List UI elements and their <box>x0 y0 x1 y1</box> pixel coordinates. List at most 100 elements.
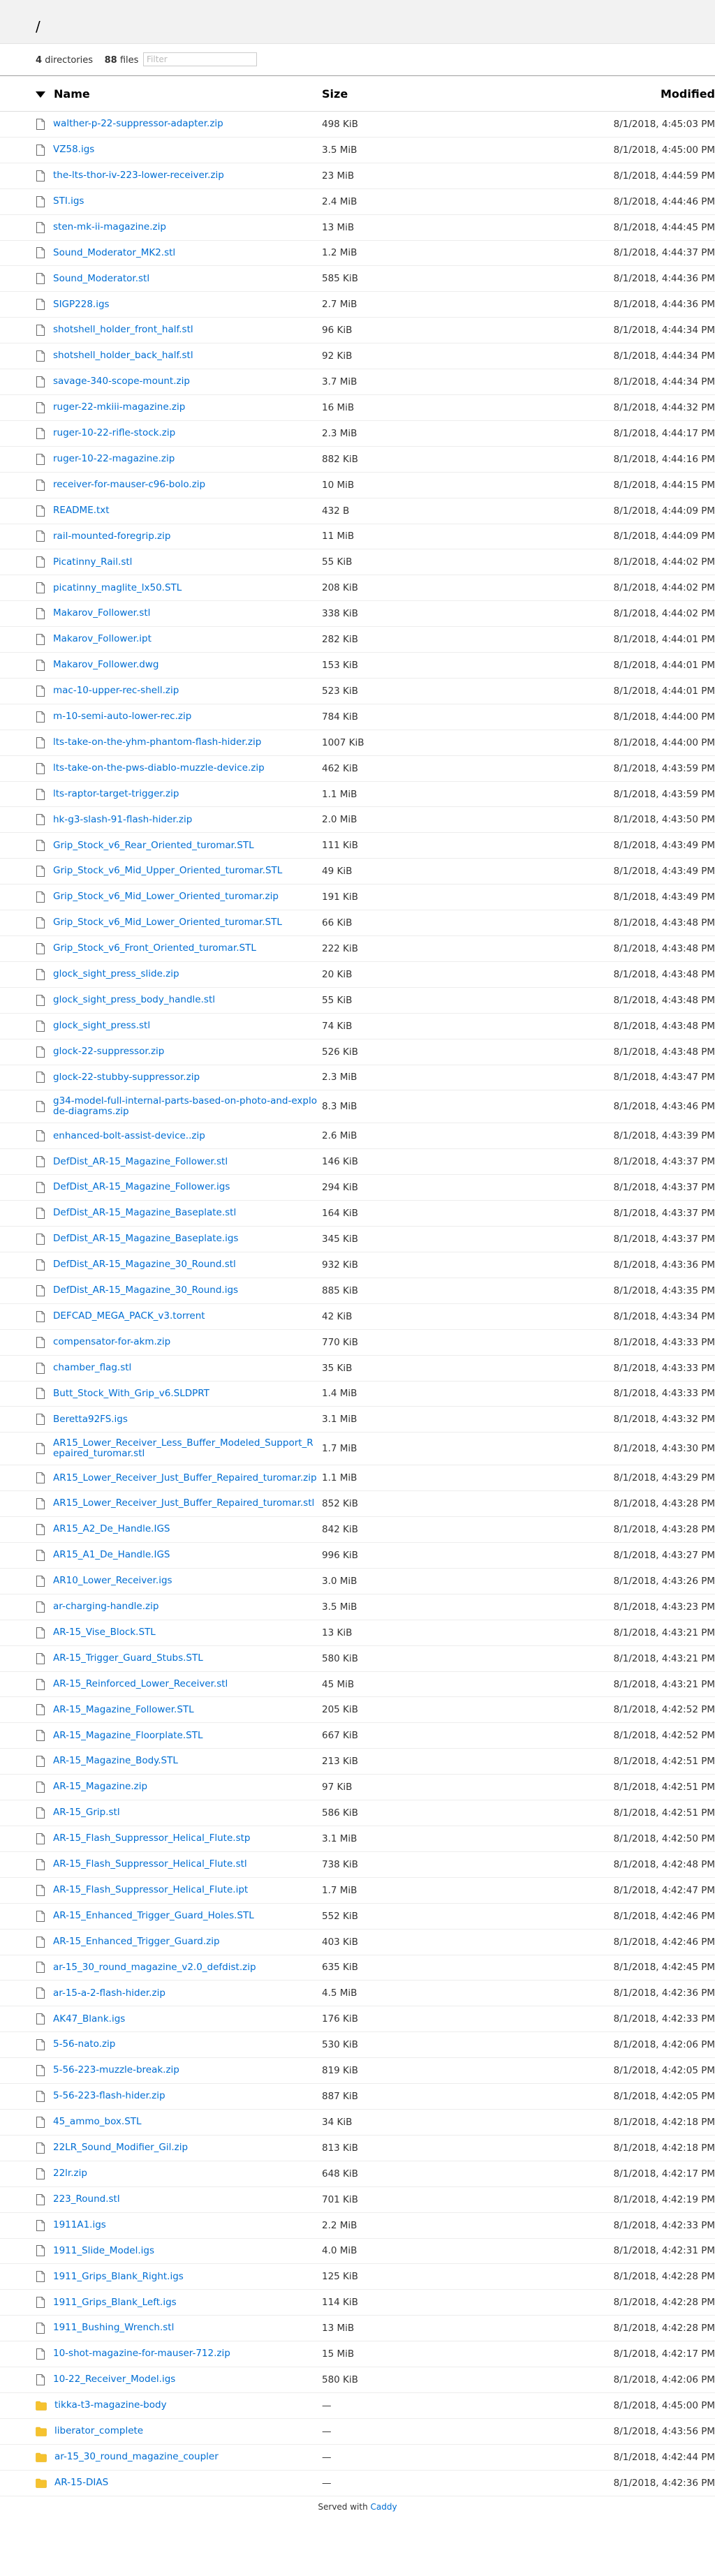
entry-name[interactable]: AR15_A1_De_Handle.IGS <box>53 1550 170 1561</box>
entry-name[interactable]: 22lr.zip <box>53 2168 87 2179</box>
entry-name[interactable]: ruger-22-mkiii-magazine.zip <box>53 402 185 413</box>
file-link[interactable]: 5-56-223-flash-hider.zip <box>36 2091 322 2103</box>
file-link[interactable]: picatinny_maglite_lx50.STL <box>36 582 322 594</box>
caddy-link[interactable]: Caddy <box>371 2502 397 2512</box>
file-link[interactable]: enhanced-bolt-assist-device..zip <box>36 1130 322 1142</box>
entry-name[interactable]: DEFCAD_MEGA_PACK_v3.torrent <box>53 1310 205 1322</box>
entry-name[interactable]: AR-15_Magazine_Floorplate.STL <box>53 1730 202 1742</box>
file-link[interactable]: ruger-10-22-rifle-stock.zip <box>36 428 322 439</box>
entry-name[interactable]: DefDist_AR-15_Magazine_Follower.igs <box>53 1182 230 1193</box>
entry-name[interactable]: liberator_complete <box>54 2426 143 2437</box>
entry-name[interactable]: Makarov_Follower.dwg <box>53 660 159 671</box>
file-link[interactable]: lts-take-on-the-pws-diablo-muzzle-device… <box>36 762 322 774</box>
entry-name[interactable]: AR-15_Enhanced_Trigger_Guard.zip <box>53 1936 220 1948</box>
entry-name[interactable]: 5-56-223-flash-hider.zip <box>53 2091 165 2102</box>
file-link[interactable]: chamber_flag.stl <box>36 1362 322 1374</box>
entry-name[interactable]: AR-15_Magazine_Follower.STL <box>53 1704 194 1716</box>
entry-name[interactable]: glock_sight_press_body_handle.stl <box>53 994 215 1006</box>
name-column-label[interactable]: Name <box>54 87 90 101</box>
file-link[interactable]: Beretta92FS.igs <box>36 1414 322 1426</box>
file-link[interactable]: lts-raptor-target-trigger.zip <box>36 788 322 800</box>
entry-name[interactable]: VZ58.igs <box>53 145 94 156</box>
name-column-header[interactable]: Name <box>0 76 322 112</box>
file-link[interactable]: DefDist_AR-15_Magazine_Baseplate.igs <box>36 1234 322 1245</box>
file-link[interactable]: Grip_Stock_v6_Rear_Oriented_turomar.STL <box>36 840 322 852</box>
entry-name[interactable]: glock_sight_press_slide.zip <box>53 969 179 980</box>
entry-name[interactable]: 10-22_Receiver_Model.igs <box>53 2374 175 2385</box>
entry-name[interactable]: chamber_flag.stl <box>53 1362 131 1374</box>
entry-name[interactable]: enhanced-bolt-assist-device..zip <box>53 1130 205 1142</box>
file-link[interactable]: glock_sight_press.stl <box>36 1020 322 1032</box>
entry-name[interactable]: Sound_Moderator.stl <box>53 273 149 285</box>
file-link[interactable]: Sound_Moderator.stl <box>36 273 322 285</box>
file-link[interactable]: compensator-for-akm.zip <box>36 1336 322 1348</box>
file-link[interactable]: AR-15_Trigger_Guard_Stubs.STL <box>36 1652 322 1664</box>
file-link[interactable]: g34-model-full-internal-parts-based-on-p… <box>36 1095 322 1118</box>
entry-name[interactable]: AR-15_Magazine_Body.STL <box>53 1756 178 1767</box>
file-link[interactable]: lts-take-on-the-yhm-phantom-flash-hider.… <box>36 736 322 748</box>
entry-name[interactable]: lts-take-on-the-yhm-phantom-flash-hider.… <box>53 736 261 748</box>
file-link[interactable]: the-lts-thor-iv-223-lower-receiver.zip <box>36 170 322 182</box>
entry-name[interactable]: ar-15_30_round_magazine_v2.0_defdist.zip <box>53 1962 256 1974</box>
entry-name[interactable]: hk-g3-slash-91-flash-hider.zip <box>53 814 192 826</box>
entry-name[interactable]: Beretta92FS.igs <box>53 1414 128 1426</box>
file-link[interactable]: Grip_Stock_v6_Front_Oriented_turomar.STL <box>36 943 322 954</box>
file-link[interactable]: Grip_Stock_v6_Mid_Upper_Oriented_turomar… <box>36 866 322 878</box>
file-link[interactable]: glock_sight_press_body_handle.stl <box>36 994 322 1006</box>
entry-name[interactable]: AK47_Blank.igs <box>53 2013 125 2025</box>
entry-name[interactable]: 22LR_Sound_Modifier_Gil.zip <box>53 2142 188 2154</box>
entry-name[interactable]: 45_ammo_box.STL <box>53 2117 142 2128</box>
file-link[interactable]: DEFCAD_MEGA_PACK_v3.torrent <box>36 1310 322 1322</box>
entry-name[interactable]: Butt_Stock_With_Grip_v6.SLDPRT <box>53 1388 209 1400</box>
entry-name[interactable]: tikka-t3-magazine-body <box>54 2400 167 2411</box>
file-link[interactable]: ruger-10-22-magazine.zip <box>36 453 322 465</box>
entry-name[interactable]: Grip_Stock_v6_Mid_Lower_Oriented_turomar… <box>53 891 279 903</box>
file-link[interactable]: 223_Round.stl <box>36 2193 322 2205</box>
file-link[interactable]: glock-22-stubby-suppressor.zip <box>36 1072 322 1083</box>
entry-name[interactable]: Grip_Stock_v6_Rear_Oriented_turomar.STL <box>53 840 254 852</box>
entry-name[interactable]: DefDist_AR-15_Magazine_30_Round.igs <box>53 1285 238 1296</box>
entry-name[interactable]: 5-56-223-muzzle-break.zip <box>53 2065 179 2076</box>
entry-name[interactable]: STI.igs <box>53 195 84 207</box>
file-link[interactable]: AR-15_Grip.stl <box>36 1807 322 1819</box>
entry-name[interactable]: ruger-10-22-magazine.zip <box>53 453 175 465</box>
file-link[interactable]: AR15_Lower_Receiver_Just_Buffer_Repaired… <box>36 1472 322 1484</box>
entry-name[interactable]: Grip_Stock_v6_Front_Oriented_turomar.STL <box>53 943 256 954</box>
file-link[interactable]: VZ58.igs <box>36 145 322 156</box>
file-link[interactable]: Makarov_Follower.stl <box>36 608 322 620</box>
file-link[interactable]: ar-15_30_round_magazine_v2.0_defdist.zip <box>36 1962 322 1974</box>
entry-name[interactable]: 1911_Grips_Blank_Right.igs <box>53 2271 184 2283</box>
entry-name[interactable]: AR15_A2_De_Handle.IGS <box>53 1524 170 1535</box>
file-link[interactable]: AR15_Lower_Receiver_Less_Buffer_Modeled_… <box>36 1437 322 1460</box>
file-link[interactable]: AR-15_Magazine_Follower.STL <box>36 1704 322 1716</box>
entry-name[interactable]: 223_Round.stl <box>53 2193 120 2205</box>
entry-name[interactable]: picatinny_maglite_lx50.STL <box>53 582 182 594</box>
file-link[interactable]: AR15_Lower_Receiver_Just_Buffer_Repaired… <box>36 1498 322 1510</box>
entry-name[interactable]: Sound_Moderator_MK2.stl <box>53 247 175 259</box>
size-column-label[interactable]: Size <box>322 87 348 101</box>
entry-name[interactable]: README.txt <box>53 505 110 517</box>
entry-name[interactable]: 1911A1.igs <box>53 2219 106 2231</box>
entry-name[interactable]: glock-22-suppressor.zip <box>53 1046 164 1058</box>
folder-link[interactable]: AR-15-DIAS <box>36 2477 322 2489</box>
entry-name[interactable]: walther-p-22-suppressor-adapter.zip <box>53 119 223 130</box>
file-link[interactable]: 10-22_Receiver_Model.igs <box>36 2374 322 2385</box>
entry-name[interactable]: glock_sight_press.stl <box>53 1020 150 1032</box>
file-link[interactable]: 1911_Grips_Blank_Left.igs <box>36 2297 322 2309</box>
file-link[interactable]: 1911_Bushing_Wrench.stl <box>36 2323 322 2334</box>
file-link[interactable]: AR-15_Enhanced_Trigger_Guard_Holes.STL <box>36 1910 322 1922</box>
entry-name[interactable]: lts-raptor-target-trigger.zip <box>53 788 179 800</box>
entry-name[interactable]: AR-15_Flash_Suppressor_Helical_Flute.stp <box>53 1833 250 1844</box>
file-link[interactable]: AR-15_Vise_Block.STL <box>36 1627 322 1638</box>
entry-name[interactable]: m-10-semi-auto-lower-rec.zip <box>53 711 191 723</box>
entry-name[interactable]: mac-10-upper-rec-shell.zip <box>53 686 179 697</box>
entry-name[interactable]: ar-15_30_round_magazine_coupler <box>54 2451 219 2463</box>
file-link[interactable]: README.txt <box>36 505 322 517</box>
file-link[interactable]: 5-56-223-muzzle-break.zip <box>36 2065 322 2077</box>
entry-name[interactable]: rail-mounted-foregrip.zip <box>53 531 170 542</box>
entry-name[interactable]: ar-15-a-2-flash-hider.zip <box>53 1987 165 1999</box>
file-link[interactable]: m-10-semi-auto-lower-rec.zip <box>36 711 322 723</box>
entry-name[interactable]: Makarov_Follower.ipt <box>53 634 152 645</box>
file-link[interactable]: AR-15_Flash_Suppressor_Helical_Flute.stp <box>36 1833 322 1844</box>
entry-name[interactable]: receiver-for-mauser-c96-bolo.zip <box>53 479 205 491</box>
